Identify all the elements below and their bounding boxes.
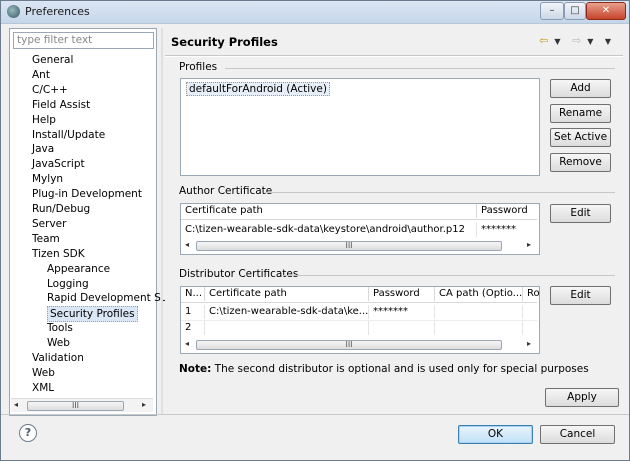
profile-item[interactable]: defaultForAndroid (Active) (186, 82, 330, 96)
certificate-path-cell[interactable]: C:\tizen-wearable-sdk-data\ke... (205, 305, 369, 319)
add-button[interactable]: Add (550, 79, 611, 98)
header-divider (181, 219, 537, 220)
tree-item[interactable]: JavaScript (32, 157, 85, 171)
forward-arrow-icon[interactable]: ⇨ (572, 34, 583, 47)
password-cell[interactable]: ******* (477, 223, 537, 237)
certificate-path-cell[interactable] (205, 321, 369, 335)
profiles-label: Profiles (179, 61, 218, 73)
scroll-right-arrow-icon[interactable]: ▸ (527, 240, 531, 249)
password-cell[interactable]: ******* (369, 305, 435, 319)
tree-item[interactable]: Run/Debug (32, 202, 90, 216)
author-certificate-table[interactable]: Certificate path Password C:\tizen-weara… (180, 203, 540, 255)
scroll-left-arrow-icon[interactable]: ◂ (14, 400, 18, 409)
back-arrow-icon[interactable]: ⇦ (539, 34, 550, 47)
group-line (225, 68, 615, 69)
scroll-right-arrow-icon[interactable]: ▸ (142, 400, 146, 409)
column-header[interactable]: Certificate path (205, 287, 369, 301)
tree-item[interactable]: Help (32, 113, 56, 127)
app-icon (7, 5, 20, 18)
tree-item[interactable]: Tools (47, 321, 73, 335)
view-menu-icon[interactable]: ▼ (605, 37, 613, 46)
distributor-certificates-label: Distributor Certificates (179, 268, 299, 280)
profiles-list[interactable]: defaultForAndroid (Active) (180, 78, 540, 176)
scroll-thumb[interactable]: III (27, 401, 124, 411)
title-bar: Preferences – □ ✕ (1, 1, 629, 24)
tree-item[interactable]: Appearance (47, 262, 110, 276)
remove-button[interactable]: Remove (550, 153, 611, 172)
tree-horizontal-scrollbar[interactable]: ◂ III ▸ (11, 398, 153, 412)
tree-item[interactable]: Tizen SDK (32, 247, 85, 261)
scroll-thumb[interactable]: III (196, 340, 502, 350)
navigation-toolbar: ⇦ ▼ ⇨ ▼ ▼ (535, 34, 613, 47)
set-active-button[interactable]: Set Active (550, 128, 611, 147)
ca-path-cell[interactable] (435, 321, 523, 335)
author-table-scrollbar[interactable]: ◂ III ▸ (181, 239, 537, 252)
forward-dropdown-icon[interactable]: ▼ (587, 37, 595, 46)
apply-button[interactable]: Apply (545, 388, 619, 407)
tree-item[interactable]: General (32, 53, 73, 67)
window-title: Preferences (25, 5, 90, 18)
author-edit-button[interactable]: Edit (550, 204, 611, 223)
distributor-table-scrollbar[interactable]: ◂ III ▸ (181, 338, 537, 351)
column-header[interactable]: Ro (523, 287, 539, 301)
tree-item[interactable]: C/C++ (32, 83, 68, 97)
row-number-cell[interactable]: 1 (181, 305, 205, 319)
scroll-right-arrow-icon[interactable]: ▸ (527, 339, 531, 348)
tree-item[interactable]: Java (32, 142, 54, 156)
tree-item[interactable]: Rapid Development Su (47, 291, 167, 305)
close-button[interactable]: ✕ (586, 2, 626, 20)
scroll-left-arrow-icon[interactable]: ◂ (185, 240, 189, 249)
row-number-cell[interactable]: 2 (181, 321, 205, 335)
certificate-path-cell[interactable]: C:\tizen-wearable-sdk-data\keystore\andr… (181, 223, 477, 237)
footer-separator (1, 414, 629, 415)
tree-item[interactable]: Ant (32, 68, 50, 82)
group-line (283, 275, 615, 276)
group-line (265, 192, 615, 193)
help-icon[interactable]: ? (19, 424, 37, 442)
note-text: Note: The second distributor is optional… (179, 363, 589, 375)
maximize-button[interactable]: □ (564, 2, 586, 20)
tree-item[interactable]: Web (32, 366, 55, 380)
column-header[interactable]: Password (369, 287, 435, 301)
column-header[interactable]: Certificate path (181, 204, 477, 218)
header-divider (181, 302, 537, 303)
tree-item[interactable]: Field Assist (32, 98, 90, 112)
tree-item[interactable]: Validation (32, 351, 84, 365)
note-label: Note: (179, 363, 212, 375)
tree-item[interactable]: Team (32, 232, 60, 246)
back-dropdown-icon[interactable]: ▼ (554, 37, 562, 46)
distributor-certificates-table[interactable]: N... Certificate path Password CA path (… (180, 286, 540, 354)
preference-tree-panel: type filter text General Ant C/C++ Field As… (9, 28, 167, 416)
filter-input[interactable]: type filter text (13, 32, 154, 49)
tree-item[interactable]: Server (32, 217, 66, 231)
preferences-window: Preferences – □ ✕ type filter text Gener… (0, 0, 630, 461)
security-profiles-page: Security Profiles ⇦ ▼ ⇨ ▼ ▼ Profiles defau… (165, 28, 623, 412)
tree-item[interactable]: Logging (47, 277, 89, 291)
tree-item[interactable]: Plug-in Development (32, 187, 142, 201)
tree-item[interactable]: Install/Update (32, 128, 105, 142)
tree-item-selected[interactable]: Security Profiles (47, 306, 138, 323)
cancel-button[interactable]: Cancel (540, 425, 615, 444)
ca-path-cell[interactable] (435, 305, 523, 319)
title-separator (165, 55, 623, 57)
distributor-edit-button[interactable]: Edit (550, 286, 611, 305)
scroll-thumb[interactable]: III (196, 241, 502, 251)
tree-item[interactable]: XML (32, 381, 54, 395)
tree-item[interactable]: Web (47, 336, 70, 350)
panel-divider[interactable] (161, 28, 163, 414)
ok-button[interactable]: OK (458, 425, 533, 444)
page-title: Security Profiles (171, 35, 278, 49)
column-header[interactable]: CA path (Optio... (435, 287, 523, 301)
column-header[interactable]: Password (477, 204, 539, 218)
minimize-button[interactable]: – (540, 2, 564, 20)
column-header[interactable]: N... (181, 287, 205, 301)
rename-button[interactable]: Rename (550, 104, 611, 123)
tree-item[interactable]: Mylyn (32, 172, 63, 186)
author-certificate-label: Author Certificate (179, 185, 273, 197)
scroll-left-arrow-icon[interactable]: ◂ (185, 339, 189, 348)
password-cell[interactable] (369, 321, 435, 335)
note-body: The second distributor is optional and i… (211, 363, 589, 375)
